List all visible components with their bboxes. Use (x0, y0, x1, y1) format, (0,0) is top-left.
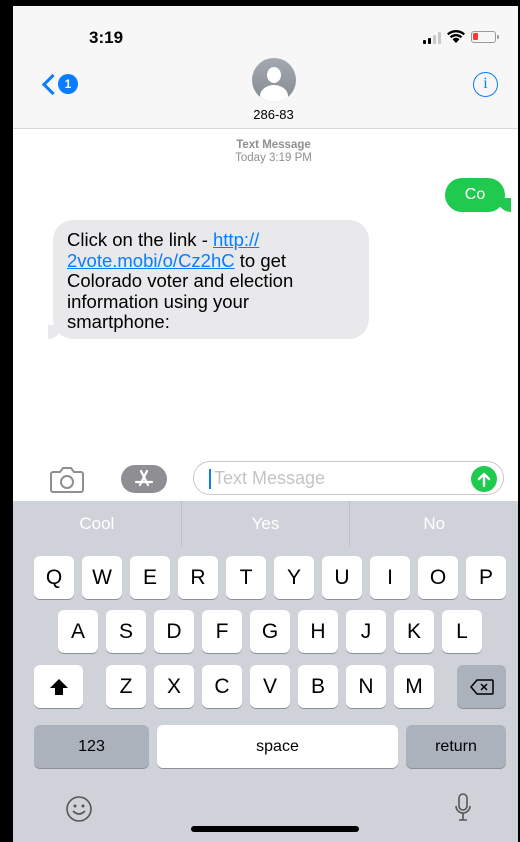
prediction-yes[interactable]: Yes (182, 501, 351, 546)
message-input[interactable] (214, 464, 454, 492)
text-cursor (209, 469, 211, 489)
key-g[interactable]: G (250, 610, 290, 653)
status-bar: 3:19 (13, 6, 518, 54)
key-n[interactable]: N (346, 665, 386, 708)
key-m[interactable]: M (394, 665, 434, 708)
key-p[interactable]: P (466, 556, 506, 599)
key-q[interactable]: Q (34, 556, 74, 599)
incoming-message-text-start: Click on the link - (67, 229, 213, 250)
info-icon[interactable]: i (473, 72, 498, 97)
app-store-button[interactable] (121, 465, 167, 493)
space-key[interactable]: space (157, 725, 398, 768)
key-h[interactable]: H (298, 610, 338, 653)
key-d[interactable]: D (154, 610, 194, 653)
key-t[interactable]: T (226, 556, 266, 599)
numbers-key[interactable]: 123 (34, 725, 149, 768)
arrow-up-icon (477, 472, 491, 487)
message-timestamp: Today 3:19 PM (235, 152, 312, 164)
key-o[interactable]: O (418, 556, 458, 599)
shift-key[interactable] (34, 665, 83, 708)
wifi-icon (447, 29, 465, 43)
message-input-field[interactable] (193, 461, 504, 495)
return-key[interactable]: return (406, 725, 506, 768)
prediction-cool[interactable]: Cool (13, 501, 182, 546)
thread-meta: Text Message Today 3:19 PM (13, 139, 518, 165)
conversation-header: 1 286-83 i (13, 54, 518, 129)
messages-screen: 3:19 1 286-83 i Text Message Today 3:19 … (13, 6, 518, 842)
delete-key[interactable] (457, 665, 506, 708)
message-link-line2: 2vote.mobi/o/Cz2hC (67, 249, 235, 271)
key-w[interactable]: W (82, 556, 122, 599)
key-b[interactable]: B (298, 665, 338, 708)
key-x[interactable]: X (154, 665, 194, 708)
app-store-icon (134, 469, 154, 487)
cellular-signal-icon (423, 32, 441, 44)
service-label: Text Message (236, 139, 311, 151)
battery-icon (471, 31, 499, 43)
key-v[interactable]: V (250, 665, 290, 708)
emoji-icon[interactable] (65, 795, 93, 823)
key-i[interactable]: I (370, 556, 410, 599)
key-s[interactable]: S (106, 610, 146, 653)
key-u[interactable]: U (322, 556, 362, 599)
contact-avatar[interactable] (252, 58, 296, 102)
key-f[interactable]: F (202, 610, 242, 653)
prediction-no[interactable]: No (350, 501, 518, 546)
camera-icon[interactable] (50, 466, 84, 493)
backspace-icon (469, 678, 494, 695)
outgoing-message-text: Co (464, 186, 486, 203)
key-z[interactable]: Z (106, 665, 146, 708)
keyboard: Cool Yes No Q W E R T Y U I O P A S D F … (13, 501, 518, 842)
contact-name[interactable]: 286-83 (13, 107, 518, 122)
key-e[interactable]: E (130, 556, 170, 599)
status-time: 3:19 (89, 28, 124, 47)
key-c[interactable]: C (202, 665, 242, 708)
key-k[interactable]: K (394, 610, 434, 653)
key-j[interactable]: J (346, 610, 386, 653)
message-link-line1: http:// (213, 229, 260, 250)
microphone-icon[interactable] (454, 793, 472, 823)
incoming-message-bubble[interactable]: Click on the link - http://2vote.mobi/o/… (48, 220, 369, 339)
shift-arrow-icon (49, 678, 68, 695)
key-r[interactable]: R (178, 556, 218, 599)
key-y[interactable]: Y (274, 556, 314, 599)
send-button[interactable] (471, 466, 497, 492)
key-l[interactable]: L (442, 610, 482, 653)
back-button[interactable]: 1 (41, 73, 78, 95)
predictive-bar: Cool Yes No (13, 501, 518, 546)
outgoing-message-bubble[interactable]: Co (445, 178, 511, 212)
home-indicator[interactable] (191, 826, 359, 832)
key-a[interactable]: A (58, 610, 98, 653)
